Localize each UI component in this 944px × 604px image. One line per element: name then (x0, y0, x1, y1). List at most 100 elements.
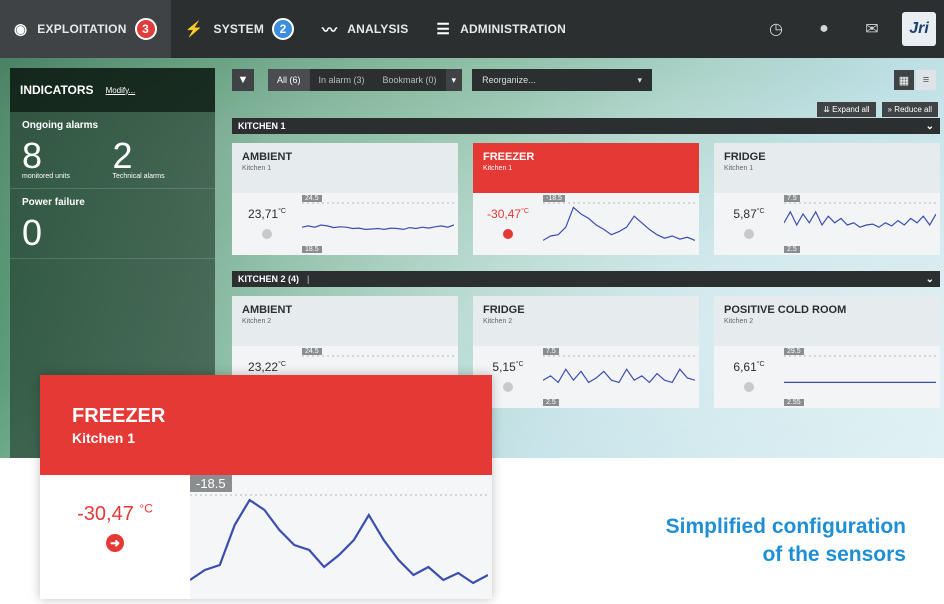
status-icon (744, 382, 754, 392)
card-unit: °C (521, 208, 529, 215)
tick-max: 24.5 (302, 195, 322, 202)
temperature-series-line (302, 224, 454, 231)
chart-line-icon: 〰 (322, 21, 338, 39)
card-title: FRIDGE (724, 151, 766, 163)
expand-all-button[interactable]: ⇊ Expand all (817, 102, 876, 117)
chevron-down-icon: ▾ (637, 74, 643, 85)
card-unit: °C (278, 361, 286, 368)
clock-icon[interactable]: ◷ (752, 19, 800, 39)
power-failure-title: Power failure (22, 197, 85, 208)
card-value-number: 5,15 (492, 360, 516, 374)
nav-administration[interactable]: ☰ ADMINISTRATION (422, 0, 580, 58)
card-subtitle: Kitchen 1 (242, 165, 272, 172)
reduce-all-label: Reduce all (894, 105, 932, 114)
tick-min: 2.5 (543, 399, 559, 406)
indicators-modify-link[interactable]: Modify... (106, 86, 136, 95)
zoom-subtitle: Kitchen 1 (72, 430, 136, 446)
zoom-value: -30,47 °C (77, 501, 153, 525)
status-icon (262, 229, 272, 239)
card-title: FRIDGE (483, 304, 525, 316)
technical-alarms-label: Technical alarms (112, 173, 165, 180)
zoomed-freezer-card[interactable]: FREEZER Kitchen 1 -30,47 °C ➜ -18.5 (40, 375, 492, 599)
group-separator: | (307, 274, 310, 284)
nav-system-label: SYSTEM (213, 22, 265, 36)
sensor-card-cold-room-k2[interactable]: POSITIVE COLD ROOM Kitchen 2 6,61°C 29.5 2… (714, 296, 940, 408)
bolt-icon: ⚡ (184, 21, 204, 38)
collapse-icon[interactable]: ⌄ (926, 121, 934, 132)
monitored-units-indicator[interactable]: 8 monitored units (22, 138, 113, 181)
card-title: AMBIENT (242, 304, 293, 316)
zoom-header: FREEZER Kitchen 1 (40, 375, 492, 475)
temperature-series-line (543, 368, 695, 384)
mail-icon[interactable]: ✉ (848, 19, 896, 39)
card-unit: °C (278, 208, 286, 215)
card-value-number: 5,87 (733, 207, 757, 221)
card-chart: 29.5 2.55 (784, 346, 936, 408)
group-header-kitchen-1[interactable]: KITCHEN 1 ⌄ (232, 118, 940, 134)
status-icon (503, 382, 513, 392)
nav-exploitation[interactable]: ◉ EXPLOITATION 3 (0, 0, 171, 58)
card-title: POSITIVE COLD ROOM (724, 304, 847, 316)
group-header-kitchen-2[interactable]: KITCHEN 2 (4) | ⌄ (232, 271, 940, 287)
collapse-icon[interactable]: ⌄ (926, 274, 934, 285)
reduce-all-button[interactable]: » Reduce all (881, 102, 938, 117)
tabs-dropdown-icon[interactable]: ▾ (445, 69, 463, 91)
zoom-tick-max: -18.5 (190, 475, 232, 492)
jri-logo: Jri (902, 12, 936, 46)
card-value: 5,87°C (733, 207, 764, 221)
zoom-value-number: -30,47 (77, 502, 134, 525)
nav-exploitation-label: EXPLOITATION (37, 22, 127, 36)
card-value: 23,71°C (248, 207, 286, 221)
card-subtitle: Kitchen 2 (724, 318, 754, 325)
sensor-card-fridge-k2[interactable]: FRIDGE Kitchen 2 5,15°C 7.5 2.5 (473, 296, 699, 408)
sensor-card-fridge-k1[interactable]: FRIDGE Kitchen 1 5,87°C 7.5 2.5 (714, 143, 940, 255)
nav-analysis[interactable]: 〰 ANALYSIS (308, 0, 422, 58)
tick-max: 24.5 (302, 348, 322, 355)
card-value: 5,15°C (492, 360, 523, 374)
tick-min: 2.5 (784, 246, 800, 253)
top-nav: ◉ EXPLOITATION 3 ⚡ SYSTEM 2 〰 ANALYSIS ☰… (0, 0, 944, 58)
indicators-title: INDICATORS (20, 83, 94, 97)
group-title: KITCHEN 2 (4) (238, 274, 300, 284)
card-value-number: -30,47 (487, 207, 522, 221)
card-subtitle: Kitchen 2 (242, 318, 272, 325)
card-chart: 7.5 2.5 (784, 193, 936, 255)
card-subtitle: Kitchen 2 (483, 318, 513, 325)
grid-view-icon[interactable]: ▦ (894, 70, 914, 90)
power-failure-section[interactable]: Power failure 0 (10, 189, 215, 259)
card-value: -30,47°C (487, 207, 529, 221)
card-unit: °C (756, 361, 765, 368)
technical-alarms-value: 2 (112, 135, 133, 176)
card-unit: °C (515, 361, 524, 368)
card-value: 6,61°C (733, 360, 764, 374)
card-value-number: 23,22 (248, 360, 279, 374)
card-value-number: 23,71 (248, 207, 279, 221)
system-badge: 2 (272, 18, 295, 40)
tick-max: -18.5 (543, 195, 565, 202)
list-view-icon[interactable]: ≡ (916, 70, 936, 90)
sensor-card-freezer-k1[interactable]: FREEZER Kitchen 1 -30,47°C -18.5 (473, 143, 699, 255)
alarm-arrow-icon: ➜ (106, 533, 124, 552)
expand-controls: ⇊ Expand all » Reduce all (817, 102, 938, 117)
expand-all-label: Expand all (832, 105, 870, 114)
sliders-icon: ☰ (436, 21, 451, 38)
user-icon[interactable]: ● (800, 20, 848, 38)
view-switcher: ▦ ≡ (892, 70, 936, 90)
reorganize-select[interactable]: Reorganize... ▾ (472, 69, 653, 91)
tick-max: 29.5 (784, 348, 804, 355)
technical-alarms-indicator[interactable]: 2 Technical alarms (112, 135, 204, 181)
tab-bookmark[interactable]: Bookmark (0) (374, 69, 446, 91)
tab-in-alarm[interactable]: In alarm (3) (310, 69, 374, 91)
nav-system[interactable]: ⚡ SYSTEM 2 (171, 0, 308, 58)
filter-icon[interactable]: ▼ (232, 69, 254, 91)
tab-all[interactable]: All (6) (268, 69, 310, 91)
power-failure-value: 0 (22, 212, 43, 253)
sensor-card-ambient-k1[interactable]: AMBIENT Kitchen 1 23,71°C 24.5 18.5 (232, 143, 458, 255)
card-chart: -18.5 (543, 193, 695, 255)
logo-text: Jri (909, 20, 929, 37)
reorganize-label: Reorganize... (482, 75, 536, 85)
tick-min: 2.55 (784, 399, 804, 406)
card-subtitle: Kitchen 1 (724, 165, 754, 172)
card-title: FREEZER (483, 151, 535, 163)
ongoing-alarms-section: Ongoing alarms 8 monitored units 2 Techn… (10, 112, 215, 189)
